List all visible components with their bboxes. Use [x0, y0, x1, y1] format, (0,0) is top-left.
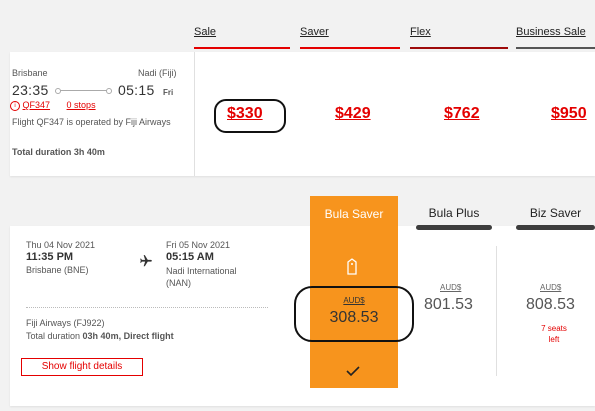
- arrive-airport: Nadi International (NAN): [166, 266, 237, 288]
- selected-price-highlight: [294, 286, 414, 342]
- flight-number-link[interactable]: QF347: [23, 100, 51, 110]
- duration-prefix: Total duration: [26, 331, 83, 341]
- fare-tab-label: Bula Saver: [324, 207, 384, 221]
- fare-header-business-sale[interactable]: Business Sale: [516, 26, 595, 49]
- route-line: [55, 88, 112, 94]
- fare-header-flex[interactable]: Flex: [410, 26, 508, 49]
- fare-header-underline: [194, 47, 290, 49]
- currency-label: AUD$: [540, 283, 562, 292]
- route-dot-start-icon: [55, 88, 61, 94]
- fare-tab-underline: [516, 225, 595, 230]
- fare-tab-biz-saver[interactable]: Biz Saver: [516, 206, 595, 230]
- fare-header-label: Saver: [300, 26, 329, 38]
- fare-header-label: Flex: [410, 26, 431, 38]
- fare-tab-label: Biz Saver: [529, 206, 582, 220]
- depart-airport: Brisbane (BNE): [26, 265, 89, 275]
- price-saver-link[interactable]: $429: [335, 105, 371, 123]
- price-biz-saver[interactable]: 808.53: [526, 296, 575, 314]
- route-dot-end-icon: [106, 88, 112, 94]
- dotted-divider: [26, 307, 268, 308]
- fare-header-sale[interactable]: Sale: [194, 26, 290, 49]
- card-divider: [194, 52, 195, 176]
- arrive-time: 05:15: [118, 82, 155, 98]
- fare-header-saver[interactable]: Saver: [300, 26, 400, 49]
- fare-header-label: Sale: [194, 26, 217, 38]
- flight-card-qf347: Brisbane Nadi (Fiji) 23:35 05:15 Fri i Q…: [10, 52, 595, 176]
- price-sale-link[interactable]: $330: [227, 105, 263, 123]
- fare-header-underline: [410, 47, 508, 49]
- checkmark-icon: [345, 364, 361, 382]
- depart-time: 11:35 PM: [26, 251, 74, 263]
- arrive-date: Fri 05 Nov 2021: [166, 240, 231, 250]
- fare-tab-label: Bula Plus: [428, 206, 480, 220]
- info-icon: i: [10, 100, 20, 111]
- plane-icon: [138, 254, 154, 273]
- fare-tab-underline: [416, 225, 492, 230]
- fare-tab-bula-plus[interactable]: Bula Plus: [416, 206, 492, 230]
- price-business-sale-link[interactable]: $950: [551, 105, 587, 123]
- depart-time: 23:35: [12, 82, 49, 98]
- fare-header-underline: [516, 47, 595, 49]
- airline: Fiji Airways (FJ922): [26, 318, 105, 328]
- destination-city: Nadi (Fiji): [138, 68, 177, 78]
- duration: Total duration 3h 40m: [12, 147, 105, 157]
- show-flight-details-button[interactable]: Show flight details: [21, 358, 143, 376]
- column-divider: [496, 246, 497, 376]
- stops-link[interactable]: 0 stops: [67, 100, 96, 110]
- depart-date: Thu 04 Nov 2021: [26, 240, 96, 250]
- arrive-day: Fri: [163, 88, 174, 97]
- fare-header-label: Business Sale: [516, 26, 586, 38]
- currency-label: AUD$: [440, 283, 462, 292]
- price-flex-link[interactable]: $762: [444, 105, 480, 123]
- duration: Total duration 03h 40m, Direct flight: [26, 331, 174, 341]
- duration-value: 03h 40m, Direct flight: [82, 331, 174, 341]
- flight-info-row: i QF347 0 stops: [10, 100, 96, 111]
- origin-city: Brisbane: [12, 68, 48, 78]
- operated-by: Flight QF347 is operated by Fiji Airways: [12, 117, 171, 127]
- baggage-tag-icon: [345, 258, 359, 281]
- price-bula-plus[interactable]: 801.53: [424, 296, 473, 314]
- fare-header-underline: [300, 47, 400, 49]
- seats-left: 7 seats left: [541, 324, 567, 344]
- arrive-time: 05:15 AM: [166, 251, 214, 263]
